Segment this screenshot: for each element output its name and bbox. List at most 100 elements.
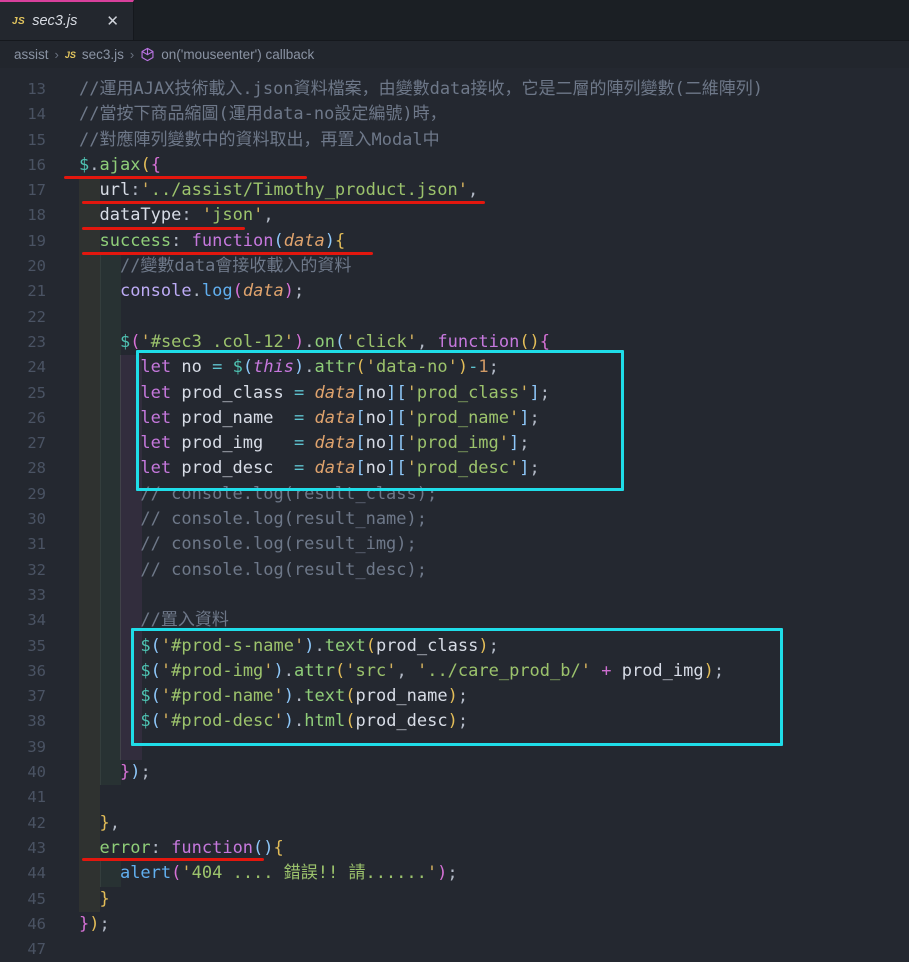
- code-line[interactable]: 41: [0, 785, 909, 810]
- code-line[interactable]: 14 //當按下商品縮圖(運用data-no設定編號)時，: [0, 102, 909, 127]
- code-text: //運用AJAX技術載入.json資料檔案，由變數data接收，它是二層的陣列變…: [79, 77, 763, 102]
- line-number: 39: [0, 735, 46, 760]
- indent-guide-band: [100, 583, 122, 608]
- code-line[interactable]: 17 url:'../assist/Timothy_product.json',: [0, 178, 909, 203]
- line-number: 14: [0, 102, 46, 127]
- js-file-icon: JS: [65, 50, 76, 60]
- indent-guide-band: [79, 305, 100, 330]
- symbol-cube-icon: [140, 47, 155, 62]
- line-number: 32: [0, 558, 46, 583]
- code-line[interactable]: 32 // console.log(result_desc);: [0, 558, 909, 583]
- annotation-red-underline: [64, 176, 307, 179]
- js-file-icon: JS: [12, 16, 25, 27]
- chevron-right-icon: ›: [55, 47, 59, 62]
- code-line[interactable]: 21 console.log(data);: [0, 279, 909, 304]
- line-number: 21: [0, 279, 46, 304]
- line-number: 42: [0, 811, 46, 836]
- code-text: });: [79, 912, 110, 937]
- code-text: },: [79, 811, 120, 836]
- code-line[interactable]: 40 });: [0, 760, 909, 785]
- code-line[interactable]: 16 $.ajax({: [0, 153, 909, 178]
- annotation-red-underline: [82, 858, 264, 861]
- breadcrumb-symbol-callback[interactable]: on('mouseenter') callback: [161, 47, 314, 62]
- code-line[interactable]: 31 // console.log(result_img);: [0, 532, 909, 557]
- chevron-right-icon: ›: [130, 47, 134, 62]
- code-text: alert('404 .... 錯誤!! 請......');: [79, 861, 458, 886]
- line-number: 26: [0, 406, 46, 431]
- code-text: // console.log(result_name);: [79, 507, 427, 532]
- indent-guide-band: [79, 583, 100, 608]
- code-text: //當按下商品縮圖(運用data-no設定編號)時，: [79, 102, 447, 127]
- code-line[interactable]: 30 // console.log(result_name);: [0, 507, 909, 532]
- code-line[interactable]: 33: [0, 583, 909, 608]
- line-number: 35: [0, 634, 46, 659]
- annotation-red-underline: [82, 252, 373, 255]
- code-text: //變數data會接收載入的資料: [79, 254, 351, 279]
- line-number: 44: [0, 861, 46, 886]
- indent-guide-band: [120, 583, 142, 608]
- indent-guide-band: [79, 735, 100, 760]
- line-number: 18: [0, 203, 46, 228]
- tab-bar: JS sec3.js ✕: [0, 0, 909, 41]
- code-line[interactable]: 44 alert('404 .... 錯誤!! 請......');: [0, 861, 909, 886]
- breadcrumb-folder-assist[interactable]: assist: [14, 47, 49, 62]
- line-number: 16: [0, 153, 46, 178]
- code-line[interactable]: 45 }: [0, 887, 909, 912]
- code-text: dataType: 'json',: [79, 203, 274, 228]
- line-number: 40: [0, 760, 46, 785]
- line-number: 15: [0, 128, 46, 153]
- line-number: 38: [0, 709, 46, 734]
- line-number: 43: [0, 836, 46, 861]
- line-number: 13: [0, 77, 46, 102]
- code-text: console.log(data);: [79, 279, 304, 304]
- line-number: 17: [0, 178, 46, 203]
- code-text: });: [79, 760, 151, 785]
- code-line[interactable]: 18 dataType: 'json',: [0, 203, 909, 228]
- code-line[interactable]: 47: [0, 937, 909, 962]
- annotation-red-underline: [82, 227, 245, 230]
- code-text: //對應陣列變數中的資料取出，再置入Modal中: [79, 128, 440, 153]
- vscode-editor-window: { "palette": { "editor_bg": "#242830", "…: [0, 0, 909, 962]
- code-text: $.ajax({: [79, 153, 161, 178]
- line-number: 30: [0, 507, 46, 532]
- code-line[interactable]: 15 //對應陣列變數中的資料取出，再置入Modal中: [0, 128, 909, 153]
- line-number: 20: [0, 254, 46, 279]
- code-text: url:'../assist/Timothy_product.json',: [79, 178, 478, 203]
- indent-guide-band: [100, 735, 122, 760]
- line-number: 36: [0, 659, 46, 684]
- code-line[interactable]: 20 //變數data會接收載入的資料: [0, 254, 909, 279]
- line-number: 25: [0, 381, 46, 406]
- code-text: }: [79, 887, 110, 912]
- line-number: 24: [0, 355, 46, 380]
- code-text: // console.log(result_desc);: [79, 558, 427, 583]
- line-number: 47: [0, 937, 46, 962]
- code-line[interactable]: 19 success: function(data){: [0, 229, 909, 254]
- line-number: 41: [0, 785, 46, 810]
- line-number: 37: [0, 684, 46, 709]
- breadcrumb-file-sec3js[interactable]: sec3.js: [82, 47, 124, 62]
- indent-guide-band: [100, 305, 122, 330]
- line-number: 29: [0, 482, 46, 507]
- code-line[interactable]: 46});: [0, 912, 909, 937]
- line-number: 46: [0, 912, 46, 937]
- annotation-cyan-box: [131, 628, 783, 746]
- line-number: 33: [0, 583, 46, 608]
- code-line[interactable]: 22: [0, 305, 909, 330]
- line-number: 45: [0, 887, 46, 912]
- code-text: // console.log(result_img);: [79, 532, 417, 557]
- code-line[interactable]: 13 //運用AJAX技術載入.json資料檔案，由變數data接收，它是二層的陣…: [0, 77, 909, 102]
- line-number: 22: [0, 305, 46, 330]
- close-icon[interactable]: ✕: [102, 12, 123, 31]
- code-line[interactable]: 42 },: [0, 811, 909, 836]
- code-text: success: function(data){: [79, 229, 345, 254]
- line-number: 19: [0, 229, 46, 254]
- annotation-red-underline: [82, 201, 485, 204]
- indent-guide-band: [79, 785, 100, 810]
- line-number: 31: [0, 532, 46, 557]
- tab-sec3js[interactable]: JS sec3.js ✕: [0, 0, 134, 40]
- line-number: 23: [0, 330, 46, 355]
- line-number: 28: [0, 456, 46, 481]
- line-number: 27: [0, 431, 46, 456]
- line-number: 34: [0, 608, 46, 633]
- breadcrumb: assist › JS sec3.js › on('mouseenter') c…: [0, 41, 909, 68]
